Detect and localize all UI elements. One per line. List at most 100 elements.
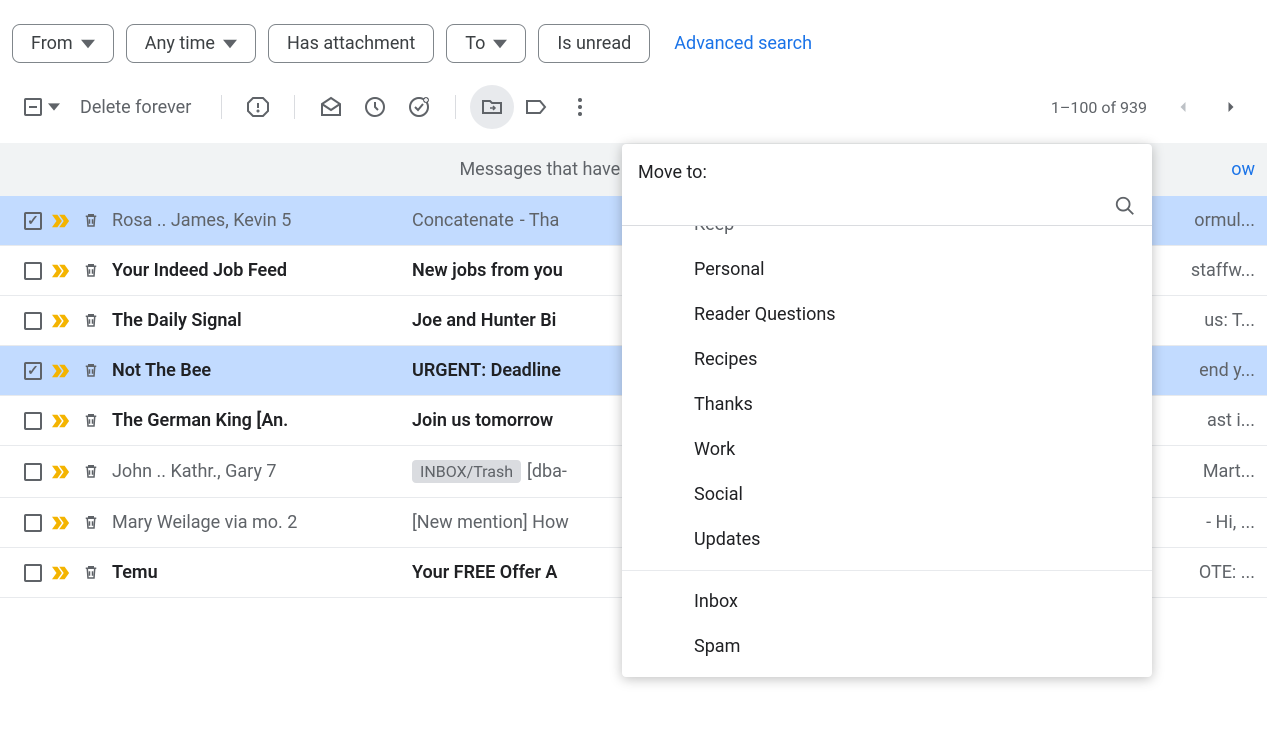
chevron-down-icon (48, 101, 60, 113)
thread-count: 7 (262, 461, 277, 482)
chevron-right-icon (1221, 97, 1241, 117)
importance-marker[interactable] (52, 465, 72, 479)
dropdown-separator (622, 570, 1152, 571)
snippet-trailing: - Hi, ... (1206, 512, 1255, 533)
empty-trash-link[interactable]: ow (1231, 159, 1255, 180)
trash-icon (82, 411, 102, 431)
row-checkbox[interactable] (24, 212, 42, 230)
dropdown-item[interactable]: Keep (622, 226, 1152, 247)
importance-marker[interactable] (52, 264, 72, 278)
dropdown-item[interactable]: Work (622, 427, 1152, 472)
chevron-down-icon (81, 37, 95, 51)
advanced-search-link[interactable]: Advanced search (674, 33, 812, 54)
dropdown-item[interactable]: Social (622, 472, 1152, 517)
dropdown-list: KeepPersonalReader QuestionsRecipesThank… (622, 226, 1152, 669)
importance-icon (52, 214, 70, 228)
labels-button[interactable] (514, 85, 558, 129)
trash-icon (82, 563, 102, 583)
dropdown-item[interactable]: Recipes (622, 337, 1152, 382)
sender: Temu (112, 562, 402, 583)
filter-to-label: To (465, 33, 485, 54)
importance-icon (52, 566, 70, 580)
task-add-icon (407, 95, 431, 119)
select-all-checkbox[interactable] (24, 98, 60, 116)
row-checkbox[interactable] (24, 564, 42, 582)
importance-marker[interactable] (52, 214, 72, 228)
mark-read-button[interactable] (309, 85, 353, 129)
pagination-info: 1–100 of 939 (1051, 98, 1147, 117)
filter-from[interactable]: From (12, 24, 114, 63)
separator (294, 95, 295, 119)
prev-page-button[interactable] (1163, 87, 1203, 127)
importance-icon (52, 314, 70, 328)
dropdown-item[interactable]: Reader Questions (622, 292, 1152, 337)
dropdown-search-input[interactable] (638, 197, 1114, 215)
dropdown-item[interactable]: Updates (622, 517, 1152, 562)
subject: New jobs from you (412, 260, 563, 281)
separator (221, 95, 222, 119)
filter-attachment-label: Has attachment (287, 33, 415, 54)
snippet-trailing: staffw... (1191, 260, 1255, 281)
filter-attachment[interactable]: Has attachment (268, 24, 434, 63)
subject: [New mention] How (412, 512, 569, 533)
label-chip: INBOX/Trash (412, 460, 521, 483)
toolbar: Delete forever 1–100 of 939 (0, 85, 1267, 143)
toolbar-left: Delete forever (24, 85, 602, 129)
filter-from-label: From (31, 33, 73, 54)
report-spam-button[interactable] (236, 85, 280, 129)
row-checkbox[interactable] (24, 412, 42, 430)
chevron-left-icon (1173, 97, 1193, 117)
importance-icon (52, 516, 70, 530)
dropdown-item[interactable]: Thanks (622, 382, 1152, 427)
filter-anytime[interactable]: Any time (126, 24, 256, 63)
importance-icon (52, 414, 70, 428)
importance-icon (52, 364, 70, 378)
more-button[interactable] (558, 85, 602, 129)
dropdown-item[interactable]: Personal (622, 247, 1152, 292)
sender: The Daily Signal (112, 310, 402, 331)
trash-icon (82, 513, 102, 533)
subject: Joe and Hunter Bi (412, 310, 556, 331)
next-page-button[interactable] (1211, 87, 1251, 127)
subject: Join us tomorrow (412, 410, 553, 431)
filter-unread[interactable]: Is unread (538, 24, 650, 63)
delete-forever-button[interactable]: Delete forever (80, 97, 191, 118)
add-to-tasks-button[interactable] (397, 85, 441, 129)
more-vert-icon (568, 95, 592, 119)
spam-icon (246, 95, 270, 119)
row-checkbox[interactable] (24, 312, 42, 330)
dropdown-item[interactable]: Spam (622, 624, 1152, 669)
importance-marker[interactable] (52, 414, 72, 428)
sender: Not The Bee (112, 360, 402, 381)
snippet: - Tha (520, 210, 560, 231)
dropdown-title: Move to: (622, 144, 1152, 191)
row-checkbox[interactable] (24, 362, 42, 380)
dropdown-item[interactable]: Inbox (622, 579, 1152, 624)
importance-marker[interactable] (52, 516, 72, 530)
subject: Your FREE Offer A (412, 562, 557, 583)
filter-to[interactable]: To (446, 24, 526, 63)
move-to-dropdown: Move to: KeepPersonalReader QuestionsRec… (622, 144, 1152, 677)
toolbar-right: 1–100 of 939 (1051, 87, 1251, 127)
row-checkbox[interactable] (24, 463, 42, 481)
snippet-trailing: end y... (1199, 360, 1255, 381)
importance-marker[interactable] (52, 364, 72, 378)
importance-marker[interactable] (52, 566, 72, 580)
sender: Rosa .. James, Kevin 5 (112, 210, 402, 231)
mail-open-icon (319, 95, 343, 119)
snippet-trailing: us: T... (1204, 310, 1255, 331)
filter-anytime-label: Any time (145, 33, 215, 54)
importance-marker[interactable] (52, 314, 72, 328)
move-to-button[interactable] (470, 85, 514, 129)
dropdown-search (622, 191, 1152, 226)
subject: URGENT: Deadline (412, 360, 561, 381)
sender: The German King [An. (112, 410, 402, 431)
label-icon (524, 95, 548, 119)
row-checkbox[interactable] (24, 514, 42, 532)
row-checkbox[interactable] (24, 262, 42, 280)
snippet-trailing: ormul... (1194, 210, 1255, 231)
snooze-button[interactable] (353, 85, 397, 129)
clock-icon (363, 95, 387, 119)
trash-icon (82, 211, 102, 231)
trash-icon (82, 361, 102, 381)
